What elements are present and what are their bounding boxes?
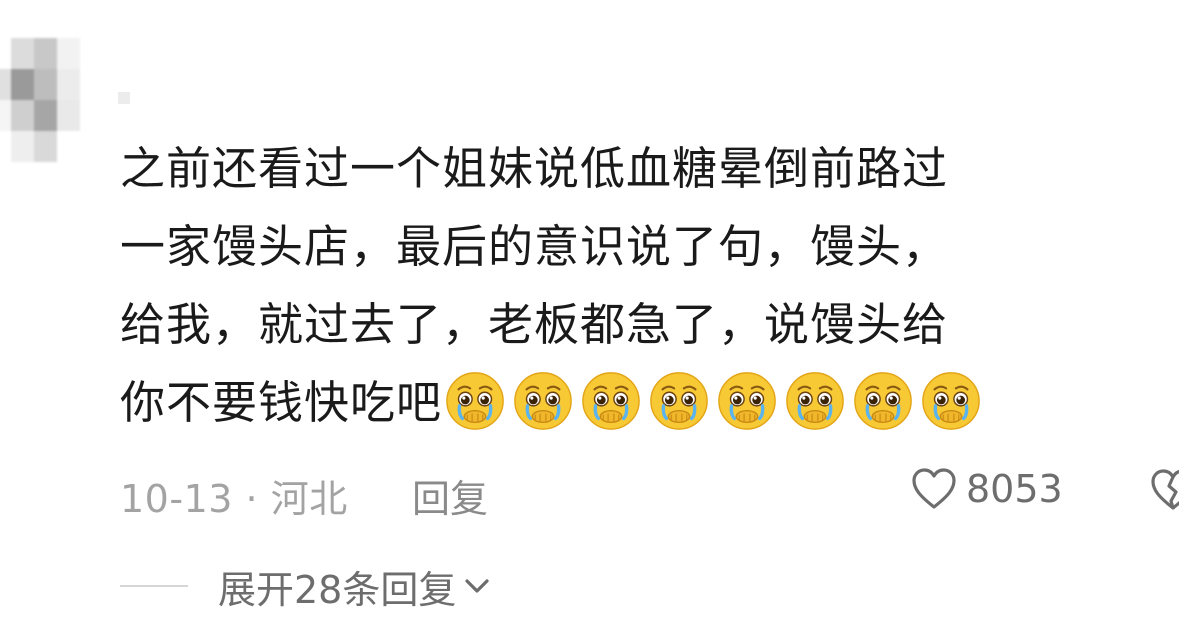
comment-text: 之前还看过一个姐妹说低血糖晕倒前路过 一家馒头店，最后的意识说了句，馒头， 给我… xyxy=(120,130,1100,442)
reply-button[interactable]: 回复 xyxy=(412,468,488,523)
expand-replies-button[interactable]: 展开28条回复 xyxy=(120,558,494,614)
comment-line: 你不要钱快吃吧 xyxy=(120,376,443,429)
pleading-face-emoji xyxy=(580,370,642,432)
expand-replies-label: 展开28条回复 xyxy=(218,567,457,612)
comment-meta: 10-13 · 河北 回复 8053 xyxy=(120,462,1179,521)
comment-date: 10-13 xyxy=(120,477,233,521)
meta-separator: · xyxy=(245,477,259,521)
comment-date-location: 10-13 · 河北 xyxy=(120,468,348,523)
comment-location: 河北 xyxy=(270,477,348,521)
emoji-row xyxy=(444,370,982,432)
like-button[interactable]: 8053 xyxy=(910,466,1063,512)
pleading-face-emoji xyxy=(784,370,846,432)
like-count: 8053 xyxy=(966,467,1063,511)
pleading-face-emoji xyxy=(716,370,778,432)
divider xyxy=(120,585,188,587)
pleading-face-emoji xyxy=(852,370,914,432)
avatar-pixel xyxy=(118,92,130,104)
broken-heart-icon[interactable] xyxy=(1148,466,1179,514)
pleading-face-emoji xyxy=(444,370,506,432)
pleading-face-emoji xyxy=(648,370,710,432)
pleading-face-emoji xyxy=(512,370,574,432)
comment-line: 一家馒头店，最后的意识说了句，馒头， xyxy=(120,220,949,273)
chevron-down-icon xyxy=(465,579,489,593)
pleading-face-emoji xyxy=(920,370,982,432)
comment-line: 给我，就过去了，老板都急了，说馒头给 xyxy=(120,298,949,351)
heart-icon xyxy=(912,468,956,509)
avatar[interactable] xyxy=(0,38,80,162)
comment-line: 之前还看过一个姐妹说低血糖晕倒前路过 xyxy=(120,142,949,195)
